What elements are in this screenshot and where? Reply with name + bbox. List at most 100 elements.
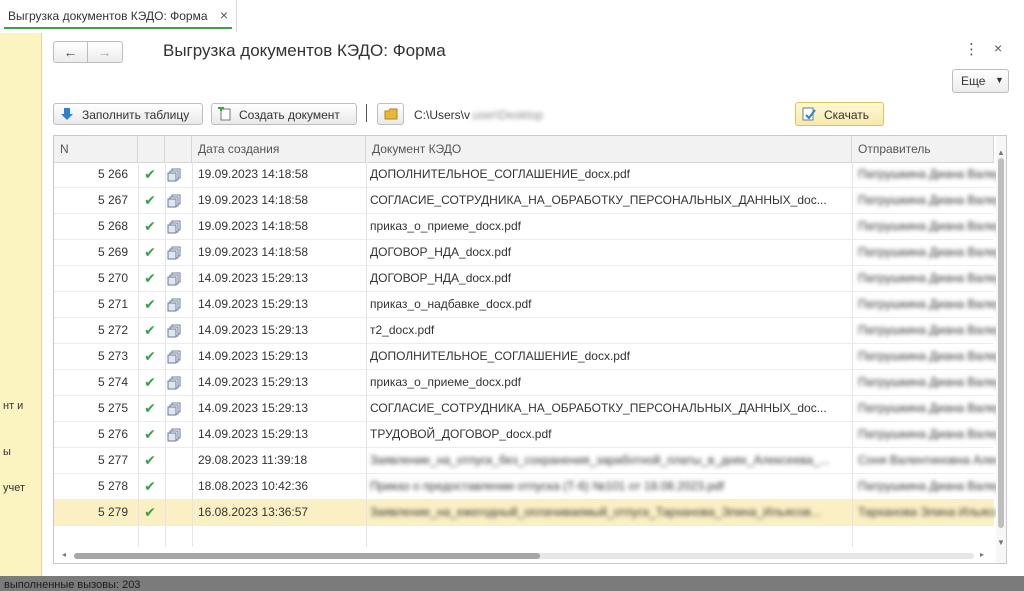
checkmark-icon: ✔ [144, 192, 156, 208]
back-arrow-icon[interactable]: ← [54, 42, 88, 62]
fill-table-button[interactable]: Заполнить таблицу [53, 103, 203, 125]
column-divider [138, 162, 139, 549]
table-row[interactable]: 5 271 ✔ 14.09.2023 15:29:13 приказ_о_надбав… [54, 292, 998, 318]
column-header-status[interactable] [138, 136, 165, 162]
cell-documents [167, 344, 189, 369]
column-header-document[interactable]: Документ КЭДО [366, 136, 852, 162]
cell-number: 5 277 [97, 453, 128, 467]
vertical-scrollbar[interactable]: ▲ ▼ [996, 136, 1006, 563]
cell-sender: Патрушкина Диана Валерьевна [858, 167, 998, 181]
more-button-label: Еще [961, 74, 986, 88]
cell-document: СОГЛАСИЕ_СОТРУДНИКА_НА_ОБРАБОТКУ_ПЕРСОНА… [370, 401, 827, 415]
table-row[interactable]: 5 272 ✔ 14.09.2023 15:29:13 т2_docx.pdf Патр… [54, 318, 998, 344]
download-button[interactable]: Скачать [795, 102, 884, 126]
tab-export-kedo[interactable]: Выгрузка документов КЭДО: Форма × [0, 0, 237, 32]
cell-documents [167, 474, 189, 499]
left-panel-text-3[interactable]: учет [3, 482, 25, 494]
checkmark-icon: ✔ [144, 322, 156, 338]
left-panel-text-2[interactable]: ы [3, 446, 11, 458]
table-row[interactable]: 5 270 ✔ 14.09.2023 15:29:13 ДОГОВОР_НДА_doc… [54, 266, 998, 292]
cell-number: 5 278 [97, 479, 128, 493]
table-row[interactable]: 5 273 ✔ 14.09.2023 15:29:13 ДОПОЛНИТЕЛЬНОЕ_… [54, 344, 998, 370]
tab-active-indicator [4, 27, 232, 29]
horizontal-scrollbar[interactable]: ◂ ▸ [54, 547, 994, 563]
chevron-down-icon: ▼ [995, 75, 1004, 85]
cell-date: 18.08.2023 10:42:36 [198, 479, 309, 493]
table-row[interactable]: 5 274 ✔ 14.09.2023 15:29:13 приказ_о_приеме… [54, 370, 998, 396]
documents-stack-icon [167, 376, 181, 393]
table-header: N Дата создания Документ КЭДО Отправител… [54, 136, 994, 163]
column-header-docs[interactable] [165, 136, 192, 162]
download-label: Скачать [824, 108, 869, 122]
left-panel: нт и ы учет [0, 33, 42, 576]
cell-sender: Патрушкина Диана Валерьевна [858, 349, 998, 363]
cell-documents [167, 240, 189, 265]
cell-number: 5 279 [97, 505, 128, 519]
table-row[interactable]: 5 276 ✔ 14.09.2023 15:29:13 ТРУДОВОЙ_ДОГОВО… [54, 422, 998, 448]
column-header-sender[interactable]: Отправитель [852, 136, 994, 162]
checkmark-icon: ✔ [144, 426, 156, 442]
cell-date: 14.09.2023 15:29:13 [198, 297, 309, 311]
status-text: выполненные вызовы: 203 [4, 579, 141, 591]
cell-date: 16.08.2023 13:36:57 [198, 505, 309, 519]
cell-document: т2_docx.pdf [370, 323, 435, 337]
cell-date: 14.09.2023 15:29:13 [198, 375, 309, 389]
documents-stack-icon [167, 220, 181, 237]
table-row[interactable]: 5 266 ✔ 19.09.2023 14:18:58 ДОПОЛНИТЕЛЬНОЕ_… [54, 162, 998, 188]
cell-sender: Патрушкина Диана Валерьевна [858, 479, 998, 493]
cell-document: ДОПОЛНИТЕЛЬНОЕ_СОГЛАШЕНИЕ_docx.pdf [370, 349, 630, 363]
more-button[interactable]: Еще ▼ [952, 69, 1009, 93]
checkmark-icon: ✔ [144, 166, 156, 182]
horizontal-scroll-thumb[interactable] [74, 553, 540, 559]
documents-table[interactable]: N Дата создания Документ КЭДО Отправител… [53, 135, 1007, 564]
forward-arrow-icon[interactable]: → [88, 42, 121, 62]
vertical-scroll-thumb[interactable] [998, 158, 1004, 528]
cell-number: 5 267 [97, 193, 128, 207]
tab-title: Выгрузка документов КЭДО: Форма [8, 9, 208, 23]
scroll-down-icon[interactable]: ▼ [997, 538, 1005, 547]
checkmark-icon: ✔ [144, 478, 156, 494]
form-window: ← → Выгрузка документов КЭДО: Форма ⋮ × … [42, 33, 1024, 576]
column-header-date[interactable]: Дата создания [192, 136, 366, 162]
cell-date: 14.09.2023 15:29:13 [198, 349, 309, 363]
column-header-n[interactable]: N [54, 136, 138, 162]
cell-documents [167, 214, 189, 239]
folder-icon [384, 108, 398, 120]
left-panel-text-1[interactable]: нт и [3, 400, 23, 412]
table-row[interactable]: 5 279 ✔ 16.08.2023 13:36:57 Заявление_на_еж… [54, 500, 998, 526]
cell-document: Заявление_на_ежегодный_оплачиваемый_отпу… [370, 505, 821, 519]
table-row[interactable]: 5 275 ✔ 14.09.2023 15:29:13 СОГЛАСИЕ_СОТРУД… [54, 396, 998, 422]
cell-document: СОГЛАСИЕ_СОТРУДНИКА_НА_ОБРАБОТКУ_ПЕРСОНА… [370, 193, 827, 207]
table-row[interactable]: 5 278 ✔ 18.08.2023 10:42:36 Приказ о предос… [54, 474, 998, 500]
fill-table-label: Заполнить таблицу [82, 108, 190, 122]
table-row[interactable]: 5 269 ✔ 19.09.2023 14:18:58 ДОГОВОР_НДА_doc… [54, 240, 998, 266]
checkmark-icon: ✔ [144, 374, 156, 390]
documents-stack-icon [167, 350, 181, 367]
select-folder-button[interactable] [377, 103, 404, 125]
new-document-icon [218, 107, 231, 121]
cell-date: 14.09.2023 15:29:13 [198, 271, 309, 285]
documents-stack-icon [167, 428, 181, 445]
cell-documents [167, 370, 189, 395]
cell-sender: Патрушкина Диана Валерьевна [858, 323, 998, 337]
cell-number: 5 275 [97, 401, 128, 415]
cell-sender: Патрушкина Диана Валерьевна [858, 245, 998, 259]
arrow-down-icon [61, 108, 73, 120]
cell-document: ДОГОВОР_НДА_docx.pdf [370, 245, 512, 259]
table-row[interactable]: 5 267 ✔ 19.09.2023 14:18:58 СОГЛАСИЕ_СОТРУД… [54, 188, 998, 214]
cell-number: 5 274 [97, 375, 128, 389]
cell-document: приказ_о_приеме_docx.pdf [370, 375, 521, 389]
scroll-up-icon[interactable]: ▲ [997, 148, 1005, 157]
table-row[interactable]: 5 277 ✔ 29.08.2023 11:39:18 Заявление_на_от… [54, 448, 998, 474]
scroll-right-icon[interactable]: ▸ [980, 550, 984, 559]
create-document-button[interactable]: Создать документ [211, 103, 357, 125]
form-close-icon[interactable]: × [994, 40, 1002, 56]
folder-path-rest: .user\Desktop [469, 108, 544, 122]
more-vert-icon[interactable]: ⋮ [964, 40, 979, 58]
column-divider [852, 162, 853, 549]
download-doc-icon [802, 107, 816, 121]
scroll-left-icon[interactable]: ◂ [62, 550, 66, 559]
table-row[interactable]: 5 268 ✔ 19.09.2023 14:18:58 приказ_о_приеме… [54, 214, 998, 240]
tab-close-icon[interactable]: × [220, 7, 228, 23]
cell-number: 5 273 [97, 349, 128, 363]
